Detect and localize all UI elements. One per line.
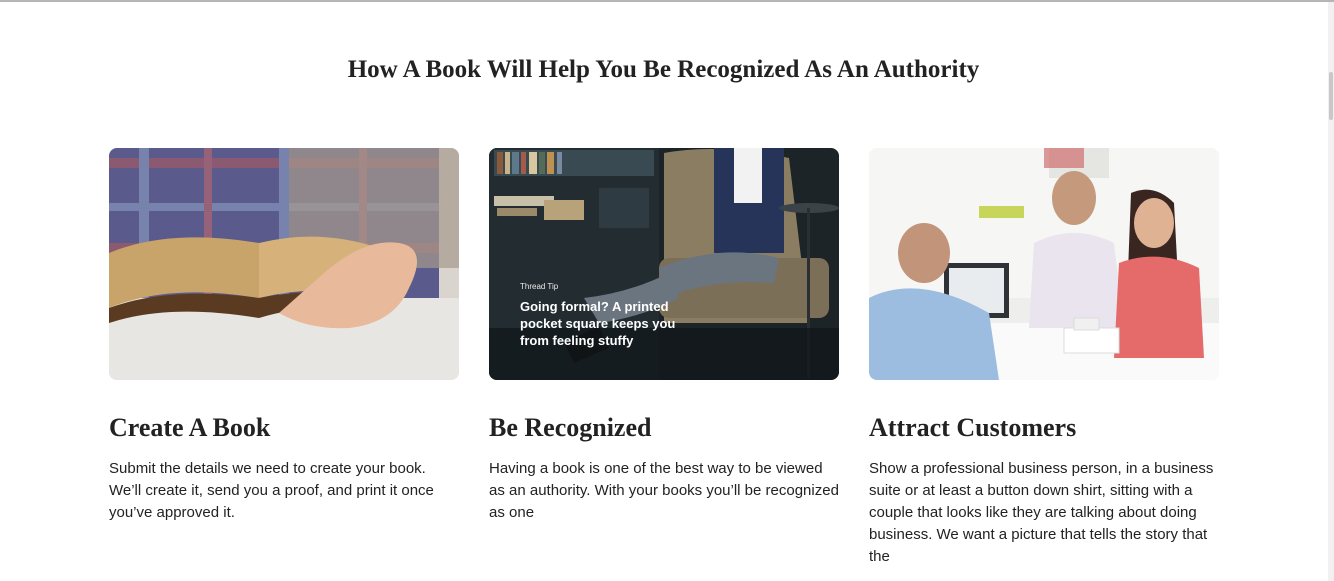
card-title: Create A Book [109,413,271,442]
page-scrollbar[interactable] [1328,2,1334,581]
card-description: Show a professional business person, in … [869,460,1214,565]
card-title: Be Recognized [489,413,652,442]
feature-card-attract-customers: Attract Customers Show a professional bu… [869,148,1219,568]
card-description: Having a book is one of the best way to … [489,460,839,521]
image-caption: Thread Tip Going formal? A printed pocke… [520,282,690,349]
caption-tag: Thread Tip [520,282,559,291]
scrollbar-thumb[interactable] [1329,72,1333,120]
man-in-armchair-image: Thread Tip Going formal? A printed pocke… [489,148,839,380]
card-description: Submit the details we need to create you… [109,460,434,521]
feature-card-be-recognized: Thread Tip Going formal? A printed pocke… [489,148,839,524]
top-border [0,0,1334,2]
card-title: Attract Customers [869,413,1077,442]
business-meeting-image [869,148,1219,380]
caption-text: Going formal? A printed pocket square ke… [520,299,676,348]
section-title: How A Book Will Help You Be Recognized A… [347,56,980,83]
open-book-image [109,148,459,380]
feature-card-create-book: Create A Book Submit the details we need… [109,148,459,524]
